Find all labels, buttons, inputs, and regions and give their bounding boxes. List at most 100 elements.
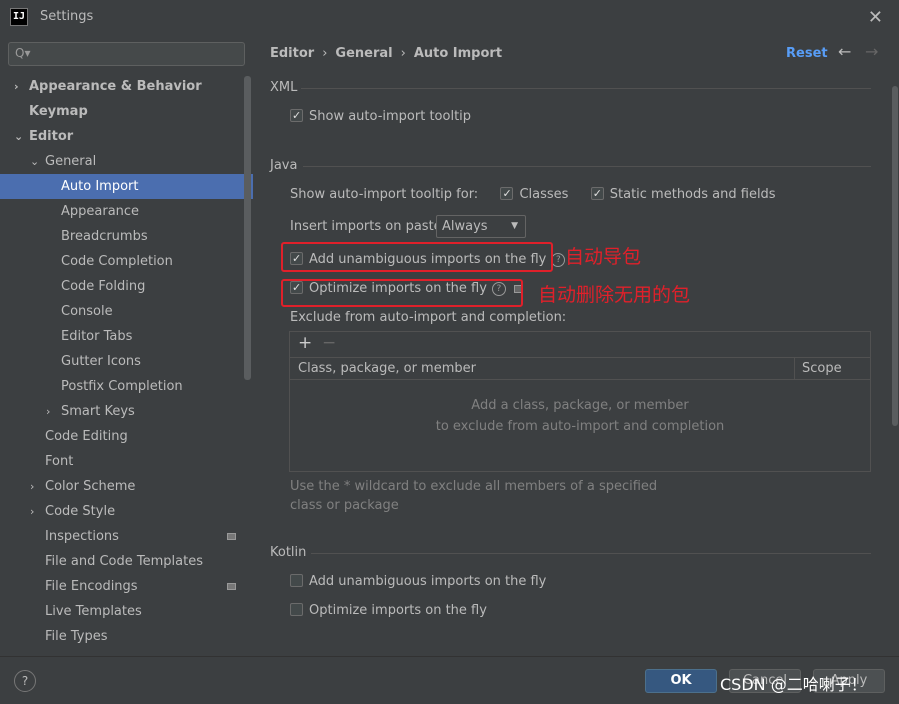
sidebar-item-editor[interactable]: ⌄ Editor (0, 124, 253, 149)
sidebar-item-console[interactable]: Console (0, 299, 253, 324)
help-button[interactable]: ? (14, 670, 36, 692)
sidebar-item-label: Editor Tabs (61, 329, 133, 344)
annotation-box-add-unambiguous (281, 242, 553, 272)
sidebar-item-general[interactable]: ⌄ General (0, 149, 253, 174)
sidebar-item-color-scheme[interactable]: › Color Scheme (0, 474, 253, 499)
sidebar-item-appearance[interactable]: Appearance (0, 199, 253, 224)
section-title-kotlin: Kotlin (270, 545, 307, 560)
sidebar-item-label: Gutter Icons (61, 354, 141, 369)
breadcrumb: Editor › General › Auto Import (270, 46, 502, 61)
kotlin-add-unambiguous-label: Add unambiguous imports on the fly (309, 574, 547, 589)
insert-imports-label: Insert imports on paste: (290, 219, 447, 234)
ok-button[interactable]: OK (645, 669, 717, 693)
sidebar-item-label: Code Completion (61, 254, 173, 269)
empty-text-line1: Add a class, package, or member (471, 398, 689, 413)
sidebar-item-editor-tabs[interactable]: Editor Tabs (0, 324, 253, 349)
kotlin-add-unambiguous-checkbox[interactable] (290, 574, 303, 587)
classes-checkbox[interactable] (500, 184, 514, 204)
sidebar-item-label: Appearance & Behavior (29, 79, 202, 94)
kotlin-add-unambiguous-row: Add unambiguous imports on the fly (290, 572, 546, 592)
sidebar-item-code-completion[interactable]: Code Completion (0, 249, 253, 274)
annotation-box-optimize (281, 279, 523, 307)
kotlin-optimize-label: Optimize imports on the fly (309, 603, 487, 618)
column-divider[interactable] (794, 358, 795, 380)
column-header-class[interactable]: Class, package, or member (298, 358, 476, 380)
kotlin-optimize-checkbox[interactable] (290, 603, 303, 616)
sidebar-item-label: Postfix Completion (61, 379, 183, 394)
java-tooltip-for-row: Show auto-import tooltip for: Classes St… (290, 184, 776, 205)
section-divider (311, 553, 871, 554)
remove-icon: − (322, 333, 337, 353)
sidebar-item-label: Breadcrumbs (61, 229, 148, 244)
back-arrow-icon[interactable]: ← (838, 42, 851, 61)
content-scrollbar[interactable] (892, 86, 898, 426)
chevron-down-icon[interactable]: ⌄ (14, 124, 23, 149)
table-toolbar: + − (290, 332, 870, 357)
column-header-scope[interactable]: Scope (802, 358, 842, 380)
java-tooltip-for-label: Show auto-import tooltip for: (290, 187, 479, 202)
dialog-footer: ? OK Cancel Apply CSDN @二哈喇子！ (0, 656, 899, 704)
sidebar-item-label: Console (61, 304, 113, 319)
settings-content: Editor › General › Auto Import Reset ← → XML… (253, 36, 899, 656)
search-icon: Q▾ (15, 46, 31, 60)
sidebar-item-label: Code Editing (45, 429, 128, 444)
breadcrumb-general: General (335, 46, 393, 61)
chevron-right-icon[interactable]: › (14, 74, 19, 99)
sidebar-item-label: Inspections (45, 529, 119, 544)
breadcrumb-auto-import: Auto Import (413, 46, 503, 61)
sidebar-item-smart-keys[interactable]: › Smart Keys (0, 399, 253, 424)
sidebar-scrollbar[interactable] (244, 76, 251, 380)
sidebar-item-code-editing[interactable]: Code Editing (0, 424, 253, 449)
insert-imports-value: Always (442, 219, 488, 234)
sidebar-item-keymap[interactable]: Keymap (0, 99, 253, 124)
sidebar-item-live-templates[interactable]: Live Templates (0, 599, 253, 624)
breadcrumb-separator: › (400, 46, 406, 61)
sidebar-item-code-style[interactable]: › Code Style (0, 499, 253, 524)
project-setting-icon (227, 533, 236, 540)
static-methods-label: Static methods and fields (609, 187, 776, 202)
sidebar-item-file-and-code-templates[interactable]: File and Code Templates (0, 549, 253, 574)
chevron-right-icon[interactable]: › (30, 499, 34, 524)
sidebar-item-inspections[interactable]: Inspections (0, 524, 253, 549)
chevron-down-icon[interactable]: ⌄ (30, 149, 39, 174)
section-title-xml: XML (270, 80, 298, 95)
breadcrumb-separator: › (322, 46, 328, 61)
sidebar-item-label: Code Folding (61, 279, 146, 294)
project-setting-icon (227, 583, 236, 590)
sidebar-item-postfix-completion[interactable]: Postfix Completion (0, 374, 253, 399)
sidebar-item-breadcrumbs[interactable]: Breadcrumbs (0, 224, 253, 249)
exclude-label: Exclude from auto-import and completion: (290, 310, 567, 325)
sidebar-item-code-folding[interactable]: Code Folding (0, 274, 253, 299)
breadcrumb-editor: Editor (270, 46, 315, 61)
table-header: Class, package, or member Scope (290, 357, 870, 380)
annotation-note-add: 自动导包 (565, 246, 642, 268)
annotation-note-optimize: 自动删除无用的包 (538, 284, 691, 306)
insert-imports-select[interactable]: Always ▼ (436, 215, 526, 238)
section-title-java: Java (270, 158, 298, 173)
classes-label: Classes (519, 187, 569, 202)
sidebar-item-file-types[interactable]: File Types (0, 624, 253, 649)
sidebar-item-font[interactable]: Font (0, 449, 253, 474)
sidebar-item-label: Appearance (61, 204, 140, 219)
sidebar-item-label: Keymap (29, 104, 88, 119)
xml-show-tooltip-row: Show auto-import tooltip (290, 106, 471, 127)
title-bar: IJ Settings ✕ (0, 0, 899, 36)
static-methods-checkbox[interactable] (590, 184, 604, 204)
close-icon[interactable]: ✕ (868, 7, 883, 28)
intellij-logo-icon: IJ (10, 8, 28, 26)
sidebar-item-appearance-behavior[interactable]: › Appearance & Behavior (0, 74, 253, 99)
sidebar-item-label: Live Templates (45, 604, 142, 619)
chevron-down-icon: ▼ (511, 221, 518, 231)
settings-sidebar: Q▾ › Appearance & Behavior Keymap ⌄ Editor ⌄ G… (0, 36, 253, 656)
sidebar-item-gutter-icons[interactable]: Gutter Icons (0, 349, 253, 374)
reset-link[interactable]: Reset (786, 46, 828, 61)
help-circle-icon[interactable]: ? (551, 252, 566, 267)
sidebar-item-auto-import[interactable]: Auto Import (0, 174, 253, 199)
chevron-right-icon[interactable]: › (30, 474, 34, 499)
search-input[interactable]: Q▾ (8, 42, 245, 66)
xml-show-tooltip-checkbox[interactable] (290, 106, 303, 126)
chevron-right-icon[interactable]: › (46, 399, 50, 424)
kotlin-optimize-row: Optimize imports on the fly (290, 601, 487, 621)
add-icon[interactable]: + (298, 333, 312, 353)
sidebar-item-file-encodings[interactable]: File Encodings (0, 574, 253, 599)
